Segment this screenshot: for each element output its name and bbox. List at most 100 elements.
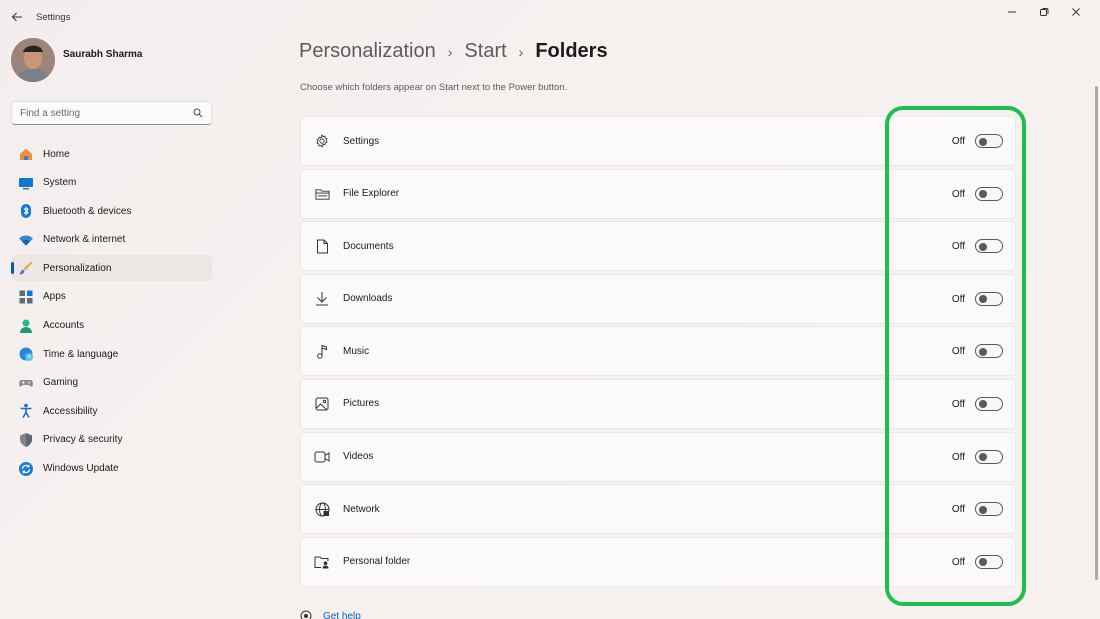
chevron-right-icon: › [518, 43, 524, 60]
title-bar: Settings [0, 0, 1100, 34]
sidebar-item-label: Apps [43, 291, 66, 303]
document-icon [314, 238, 330, 254]
folder-row-file-explorer: File Explorer Off [300, 168, 1016, 219]
scrollbar[interactable] [1095, 86, 1098, 580]
sidebar-item-accounts[interactable]: Accounts [11, 313, 212, 339]
sidebar-item-accessibility[interactable]: Accessibility [11, 398, 212, 424]
folder-icon [314, 186, 330, 202]
video-icon [314, 449, 330, 465]
sidebar-item-system[interactable]: System [11, 170, 212, 196]
sidebar-item-label: System [43, 177, 77, 189]
toggle-state-label: Off [951, 136, 965, 147]
sidebar-item-time-language[interactable]: Time & language [11, 341, 212, 367]
restore-button[interactable] [1028, 4, 1060, 20]
row-label: Documents [343, 240, 394, 252]
bluetooth-icon [18, 203, 34, 219]
sidebar-item-windows-update[interactable]: Windows Update [11, 456, 212, 482]
sidebar-item-label: Network & internet [43, 234, 126, 246]
page-description: Choose which folders appear on Start nex… [300, 82, 568, 93]
avatar [11, 38, 55, 82]
close-button[interactable] [1060, 4, 1092, 20]
folder-row-personal-folder: Personal folder Off [300, 536, 1016, 587]
system-icon [18, 175, 34, 191]
row-label: Settings [343, 135, 380, 147]
get-help-link[interactable]: Get help [300, 610, 361, 619]
sidebar-item-label: Home [43, 148, 70, 160]
toggle-state-label: Off [951, 451, 965, 463]
back-button[interactable] [8, 8, 26, 26]
get-help-label: Get help [323, 610, 361, 619]
sidebar-item-network[interactable]: Network & internet [11, 227, 212, 253]
page-title: Folders [535, 40, 608, 62]
sidebar-nav: Home System Bluetooth & devices Network … [11, 141, 212, 484]
search-box[interactable] [11, 101, 212, 125]
folder-row-videos: Videos Off [300, 431, 1016, 482]
brush-icon [18, 260, 34, 276]
row-label: Music [343, 345, 370, 357]
row-label: Network [343, 503, 380, 515]
close-icon [1072, 8, 1080, 16]
settings-toggle[interactable] [975, 134, 1003, 148]
folder-row-documents: Documents Off [300, 221, 1016, 272]
search-icon[interactable] [193, 108, 203, 118]
network-toggle[interactable] [975, 502, 1003, 517]
help-icon [300, 610, 312, 619]
personal-folder-toggle[interactable] [975, 554, 1003, 569]
sidebar-item-personalization[interactable]: Personalization [11, 255, 212, 282]
sidebar-item-privacy[interactable]: Privacy & security [11, 427, 212, 453]
search-input[interactable] [20, 107, 193, 119]
download-icon [314, 291, 330, 307]
pictures-toggle[interactable] [975, 396, 1003, 411]
folder-list: Settings Off File Explorer Off Documents… [300, 116, 1016, 589]
restore-icon [1040, 8, 1049, 16]
toggle-state-label: Off [951, 188, 965, 200]
folder-row-network: Network Off [300, 484, 1016, 535]
toggle-state-label: Off [951, 293, 965, 305]
file-explorer-toggle[interactable] [975, 186, 1003, 201]
sidebar-item-gaming[interactable]: Gaming [11, 370, 212, 396]
user-profile[interactable]: Saurabh Sharma [11, 38, 142, 82]
downloads-toggle[interactable] [975, 291, 1003, 306]
documents-toggle[interactable] [975, 239, 1003, 254]
folder-row-downloads: Downloads Off [300, 273, 1016, 324]
breadcrumb-personalization[interactable]: Personalization [299, 40, 436, 63]
network-globe-icon [314, 501, 330, 517]
sidebar-item-label: Bluetooth & devices [43, 205, 132, 217]
sidebar-item-label: Personalization [43, 262, 112, 274]
picture-icon [314, 396, 330, 412]
music-toggle[interactable] [975, 344, 1003, 359]
sidebar-item-label: Time & language [43, 348, 119, 360]
folder-row-settings: Settings Off [300, 116, 1016, 166]
sidebar-item-home[interactable]: Home [11, 141, 212, 167]
toggle-state-label: Off [951, 398, 965, 410]
gamepad-icon [18, 375, 34, 391]
folder-row-music: Music Off [300, 326, 1016, 377]
toggle-state-label: Off [951, 556, 965, 568]
sidebar-item-label: Gaming [43, 377, 79, 389]
sidebar-item-label: Accessibility [43, 405, 98, 417]
wifi-icon [18, 232, 34, 248]
window-controls [996, 4, 1092, 20]
music-note-icon [314, 343, 330, 359]
row-label: File Explorer [343, 188, 400, 200]
shield-icon [18, 432, 34, 448]
gear-icon [314, 133, 330, 149]
app-title: Settings [36, 12, 71, 23]
breadcrumb-start[interactable]: Start [464, 40, 506, 63]
accessibility-icon [18, 403, 34, 419]
sidebar-item-apps[interactable]: Apps [11, 284, 212, 310]
videos-toggle[interactable] [975, 449, 1003, 464]
sidebar-item-label: Privacy & security [43, 434, 123, 446]
sidebar-item-bluetooth[interactable]: Bluetooth & devices [11, 198, 212, 224]
apps-icon [18, 289, 34, 305]
home-icon [18, 146, 34, 162]
chevron-right-icon: › [447, 43, 453, 60]
minimize-button[interactable] [996, 4, 1028, 20]
back-arrow-icon [11, 12, 22, 22]
sidebar-item-label: Accounts [43, 320, 85, 332]
toggle-state-label: Off [951, 241, 965, 253]
breadcrumb: Personalization › Start › Folders [299, 40, 608, 63]
update-icon [18, 461, 34, 477]
accounts-icon [18, 318, 34, 334]
row-label: Downloads [343, 293, 393, 305]
